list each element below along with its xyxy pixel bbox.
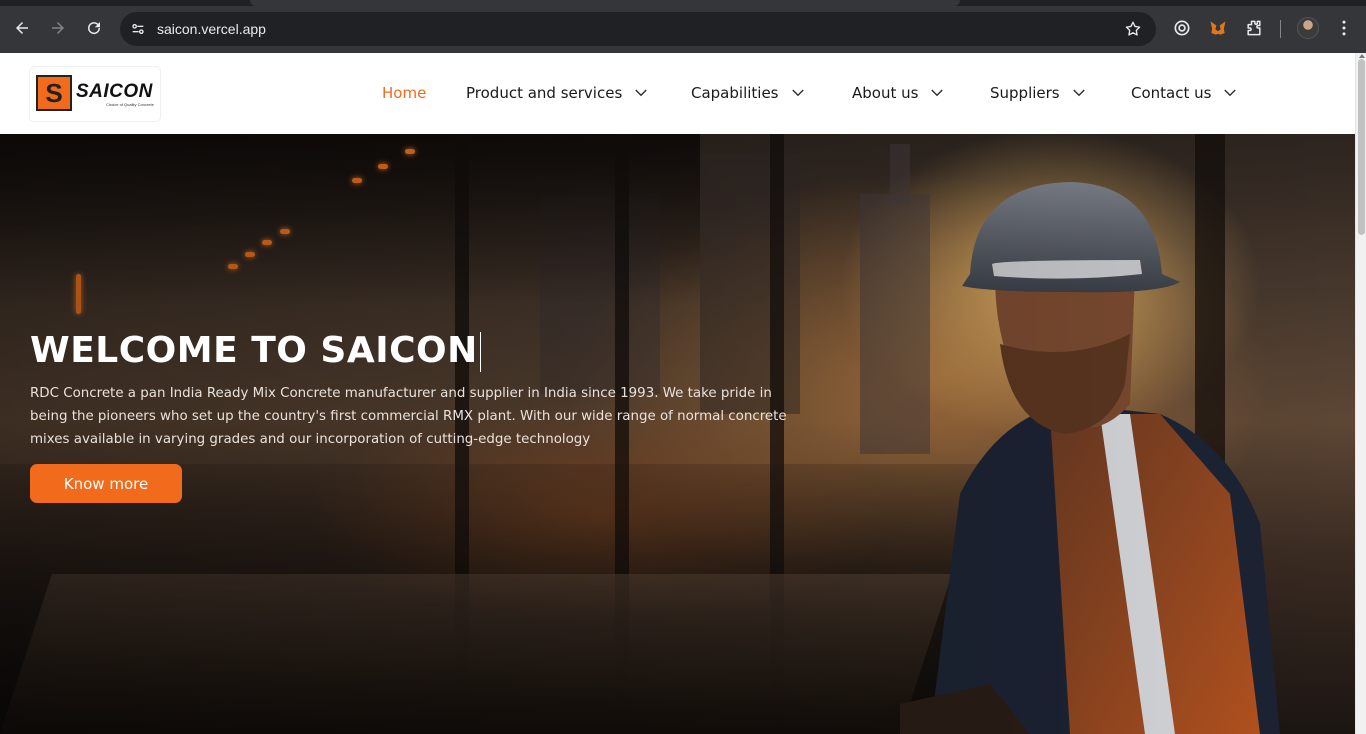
logo-tagline: Choice of Quality Concrete [106, 102, 154, 107]
chevron-down-icon [635, 89, 648, 97]
toolbar-divider [1280, 20, 1281, 38]
arrow-right-icon [52, 22, 64, 34]
browser-toolbar: saicon.vercel.app [0, 0, 1366, 53]
chevron-down-icon [931, 89, 944, 97]
scrollbar-thumb[interactable] [1358, 59, 1365, 235]
site-logo[interactable]: S SAICON Choice of Quality Concrete [30, 67, 160, 121]
chevron-down-icon [1224, 89, 1237, 97]
site-info-icon[interactable] [128, 19, 148, 39]
back-button[interactable] [8, 14, 36, 42]
nav-item-label: Product and services [466, 84, 623, 102]
nav-item-suppliers[interactable]: Suppliers [990, 84, 1088, 102]
know-more-button[interactable]: Know more [30, 464, 182, 503]
page-viewport: S SAICON Choice of Quality Concrete Home… [0, 53, 1366, 734]
logo-s-mark: S [36, 75, 72, 111]
url-text[interactable]: saicon.vercel.app [157, 21, 266, 37]
logo-wordmark: SAICON [76, 81, 153, 102]
nav-item-product-and-services[interactable]: Product and services [466, 84, 650, 102]
extensions-puzzle-icon[interactable] [1243, 17, 1265, 39]
arrow-left-icon [16, 22, 28, 34]
address-bar[interactable]: saicon.vercel.app [120, 12, 1156, 46]
scroll-up-arrow-icon[interactable] [1359, 54, 1365, 58]
nav-item-label: Contact us [1131, 84, 1212, 102]
page-scrollbar[interactable] [1355, 53, 1366, 734]
tab-strip [0, 0, 1366, 6]
more-menu-icon[interactable] [1333, 17, 1355, 39]
extension-target-icon[interactable] [1171, 17, 1193, 39]
nav-item-label: About us [852, 84, 919, 102]
hero-section: WELCOME TO SAICON RDC Concrete a pan Ind… [0, 134, 1355, 734]
profile-avatar[interactable] [1297, 17, 1319, 39]
nav-item-label: Home [382, 84, 427, 102]
bookmark-star-icon[interactable] [1124, 20, 1142, 38]
nav-item-home[interactable]: Home [382, 84, 426, 102]
nav-item-contact-us[interactable]: Contact us [1131, 84, 1239, 102]
reload-button[interactable] [80, 14, 108, 42]
hero-description: RDC Concrete a pan India Ready Mix Concr… [30, 386, 787, 447]
typing-caret [479, 332, 481, 372]
nav-item-label: Capabilities [691, 84, 779, 102]
chevron-down-icon [1072, 89, 1085, 97]
chevron-down-icon [791, 89, 804, 97]
site-header: S SAICON Choice of Quality Concrete Home… [0, 53, 1355, 134]
nav-item-label: Suppliers [990, 84, 1060, 102]
reload-icon [88, 22, 101, 35]
active-tab[interactable] [250, 0, 960, 6]
metamask-fox-icon[interactable] [1207, 17, 1229, 39]
nav-item-capabilities[interactable]: Capabilities [691, 84, 807, 102]
nav-item-about-us[interactable]: About us [852, 84, 946, 102]
forward-button[interactable] [44, 14, 72, 42]
hero-title: WELCOME TO SAICON [30, 330, 481, 372]
